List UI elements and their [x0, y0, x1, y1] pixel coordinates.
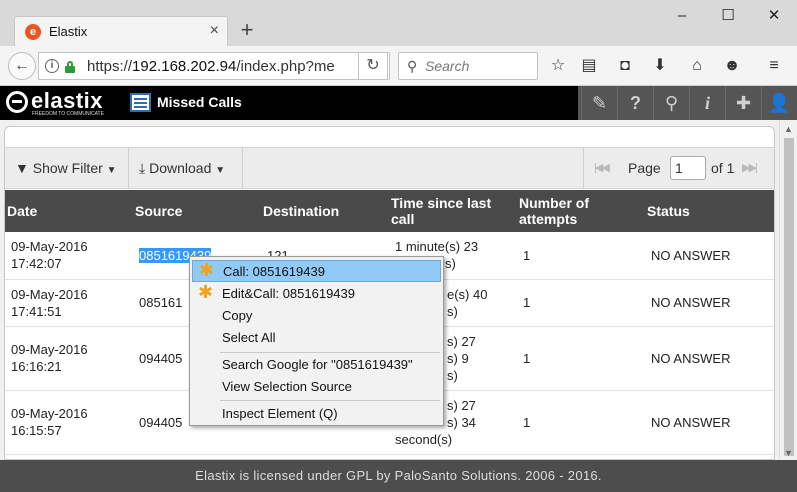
- download-label: Download: [149, 160, 212, 176]
- report-toolbar: ▼ Show Filter ▼ ⤓ Download ▼ |◀◀ Page 1 …: [5, 147, 774, 189]
- column-header-number-of-attempts[interactable]: Number of attempts: [517, 190, 645, 232]
- date-cell: 09-May-2016 16:16:21: [5, 326, 133, 391]
- column-header-source[interactable]: Source: [133, 190, 261, 232]
- addons-puzzle-icon[interactable]: ✚: [725, 86, 761, 120]
- date-cell: 09-May-2016 17:42:07: [5, 232, 133, 280]
- download-icon: ⤓: [139, 160, 146, 176]
- attempts-cell: 1: [517, 279, 645, 327]
- menu-item-call[interactable]: ✱ Call: 0851619439: [192, 260, 441, 282]
- menu-item-select-all[interactable]: Select All: [192, 327, 441, 349]
- vertical-scrollbar[interactable]: ▲ ▼: [779, 120, 797, 460]
- pocket-icon[interactable]: ◘: [614, 55, 636, 77]
- menu-separator: [220, 352, 440, 353]
- page-total: of 1: [711, 160, 735, 176]
- scroll-up-icon[interactable]: ▲: [784, 124, 793, 134]
- menu-item-view-selection-source[interactable]: View Selection Source: [192, 376, 441, 398]
- bookmark-star-icon[interactable]: ☆: [547, 55, 569, 77]
- search-placeholder: Search: [425, 58, 470, 74]
- new-tab-icon[interactable]: +: [234, 18, 260, 44]
- table-header-row: Date Source Destination Time since last …: [5, 190, 774, 232]
- hamburger-menu-icon[interactable]: ≡: [763, 55, 785, 77]
- show-filter-label: Show Filter: [32, 160, 103, 176]
- module-list-icon: [130, 93, 151, 112]
- menu-separator: [220, 400, 440, 401]
- logo-tagline: FREEDOM TO COMMUNICATE: [32, 111, 104, 117]
- page-footer: Elastix is licensed under GPL by PaloSan…: [0, 460, 797, 492]
- header-icon-group: ✎ ? ⚲ i ✚ 👤: [578, 86, 797, 120]
- tab-title: Elastix: [49, 24, 88, 39]
- asterisk-call-icon: ✱: [199, 260, 215, 280]
- minimize-window-icon[interactable]: –: [659, 0, 705, 32]
- menu-item-edit-call-label: Edit&Call: 0851619439: [222, 286, 355, 301]
- elastix-logo-icon: [6, 91, 28, 113]
- maximize-window-icon[interactable]: ☐: [705, 0, 751, 32]
- column-header-status[interactable]: Status: [645, 190, 774, 232]
- asterisk-edit-call-icon: ✱: [198, 282, 214, 302]
- attempts-cell: 1: [517, 390, 645, 455]
- scroll-down-icon[interactable]: ▼: [784, 448, 793, 458]
- browser-navbar: ← i https://192.168.202.94/index.php?me …: [0, 46, 797, 86]
- close-window-icon[interactable]: ✕: [751, 0, 797, 32]
- filter-funnel-icon: ▼: [15, 160, 29, 176]
- download-arrow-icon[interactable]: ⬇: [649, 55, 671, 77]
- back-arrow-icon[interactable]: ←: [8, 52, 36, 80]
- column-header-destination[interactable]: Destination: [261, 190, 389, 232]
- browser-tab[interactable]: e Elastix ×: [14, 16, 228, 46]
- column-header-time-since-last-call[interactable]: Time since last call: [389, 190, 517, 232]
- status-cell: NO ANSWER: [645, 279, 774, 327]
- reading-list-icon[interactable]: ▤: [578, 55, 600, 77]
- elastix-favicon-icon: e: [25, 24, 41, 40]
- pagination: |◀◀ Page 1 of 1 ▶▶|: [583, 148, 774, 189]
- page-number-input[interactable]: 1: [670, 156, 706, 180]
- help-icon[interactable]: ?: [617, 86, 653, 120]
- date-cell: 09-May-2016 16:15:57: [5, 390, 133, 455]
- menu-item-call-label: Call: 0851619439: [223, 264, 325, 279]
- status-cell: NO ANSWER: [645, 326, 774, 391]
- attempts-cell: 1: [517, 232, 645, 280]
- scrollbar-thumb[interactable]: [784, 138, 794, 456]
- info-icon[interactable]: i: [689, 86, 725, 120]
- status-cell: NO ANSWER: [645, 232, 774, 280]
- reload-icon[interactable]: ↻: [358, 52, 388, 80]
- page-title: Missed Calls: [157, 94, 242, 110]
- download-button[interactable]: ⤓ Download ▼: [129, 148, 243, 189]
- search-icon: ⚲: [407, 58, 418, 74]
- context-menu: ✱ Call: 0851619439 ✱ Edit&Call: 08516194…: [189, 256, 444, 426]
- edit-icon[interactable]: ✎: [581, 86, 617, 120]
- menu-item-inspect-element[interactable]: Inspect Element (Q): [192, 403, 441, 425]
- info-icon[interactable]: i: [45, 59, 59, 73]
- first-page-icon[interactable]: |◀◀: [594, 161, 610, 174]
- menu-item-edit-call[interactable]: ✱ Edit&Call: 0851619439: [192, 282, 441, 305]
- show-filter-button[interactable]: ▼ Show Filter ▼: [5, 148, 129, 189]
- chevron-down-icon: ▼: [106, 165, 117, 176]
- column-header-date[interactable]: Date: [5, 190, 133, 232]
- date-cell: 09-May-2016 17:41:51: [5, 279, 133, 327]
- menu-item-search-google[interactable]: Search Google for "0851619439": [192, 354, 441, 376]
- close-tab-icon[interactable]: ×: [210, 22, 219, 40]
- search-input[interactable]: ⚲ Search: [398, 52, 538, 80]
- url-bar[interactable]: i https://192.168.202.94/index.php?me: [38, 52, 390, 80]
- attempts-cell: 1: [517, 326, 645, 391]
- page-label: Page: [628, 160, 661, 176]
- lock-icon[interactable]: [65, 61, 75, 73]
- last-page-icon[interactable]: ▶▶|: [742, 161, 758, 174]
- elastix-header: elastix FREEDOM TO COMMUNICATE Missed Ca…: [0, 86, 797, 120]
- status-cell: NO ANSWER: [645, 390, 774, 455]
- chevron-down-icon: ▼: [215, 165, 226, 176]
- user-profile-icon[interactable]: 👤: [761, 86, 797, 120]
- url-text[interactable]: https://192.168.202.94/index.php?me: [87, 58, 335, 75]
- smiley-feedback-icon[interactable]: ☻: [721, 55, 743, 77]
- search-icon[interactable]: ⚲: [653, 86, 689, 120]
- home-icon[interactable]: ⌂: [686, 55, 708, 77]
- menu-item-copy[interactable]: Copy: [192, 305, 441, 327]
- browser-titlebar: e Elastix × + – ☐ ✕: [0, 0, 797, 46]
